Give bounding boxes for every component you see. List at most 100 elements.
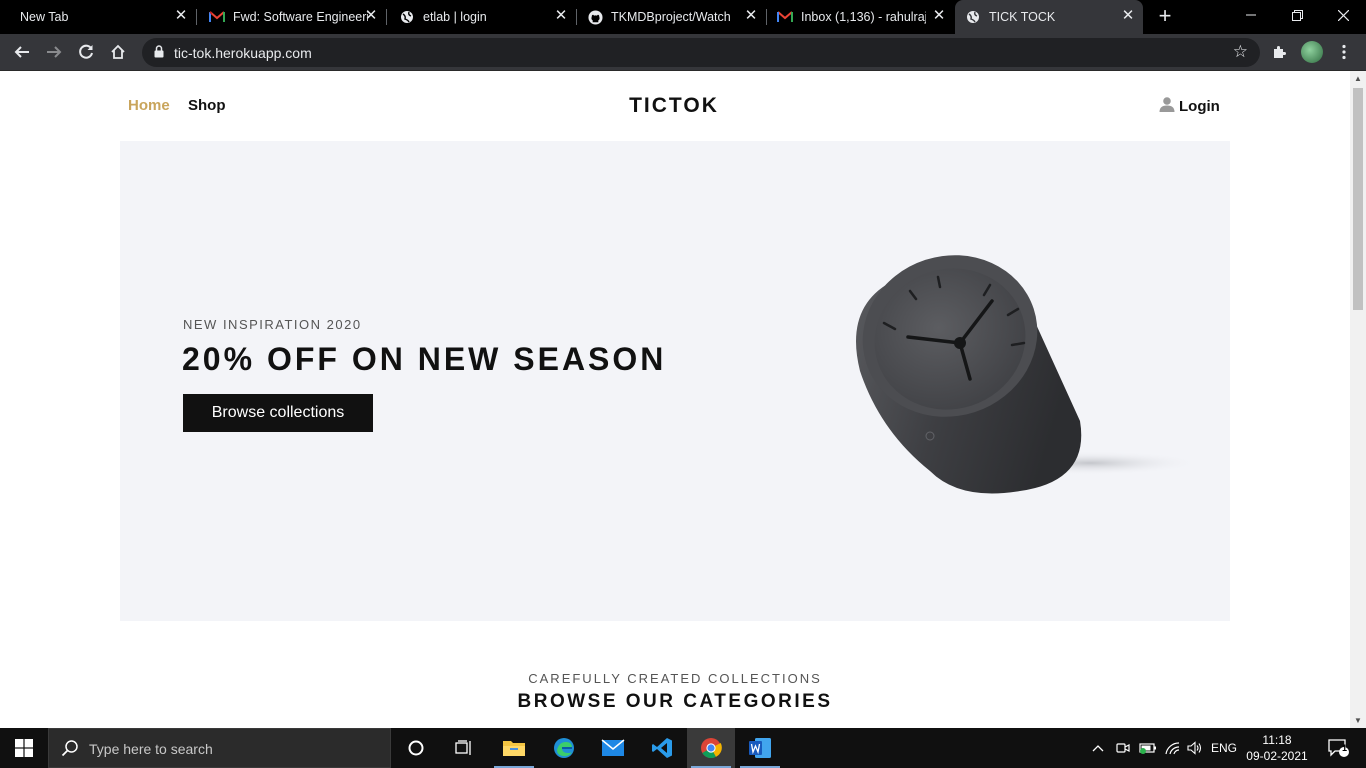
tab-etlab[interactable]: etlab | login ✕ — [387, 0, 576, 34]
tab-label: etlab | login — [423, 10, 487, 24]
meet-now-button[interactable] — [1113, 728, 1133, 768]
file-explorer-icon — [503, 741, 525, 756]
close-icon[interactable]: ✕ — [364, 8, 378, 23]
new-tab-button[interactable]: + — [1154, 5, 1176, 28]
camera-icon — [1116, 743, 1130, 753]
nav-shop-link[interactable]: Shop — [188, 97, 226, 114]
site-logo[interactable]: TICTOK — [600, 94, 748, 118]
vscode-button[interactable] — [638, 728, 686, 768]
close-icon[interactable]: ✕ — [932, 8, 946, 23]
taskbar-search-box[interactable]: Type here to search — [48, 728, 391, 768]
chrome-menu-button[interactable] — [1332, 40, 1356, 64]
tab-label: Fwd: Software Engineeri — [233, 10, 368, 24]
login-label: Login — [1179, 98, 1220, 115]
volume-button[interactable] — [1185, 728, 1205, 768]
mail-button[interactable] — [589, 728, 637, 768]
chrome-icon — [701, 738, 722, 759]
task-view-icon — [455, 740, 471, 755]
clock-time: 11:18 — [1262, 733, 1292, 747]
close-icon[interactable]: ✕ — [744, 8, 758, 23]
tab-label: Inbox (1,136) - rahulraje — [801, 10, 926, 24]
chrome-button[interactable] — [687, 728, 735, 768]
tab-label: TKMDBproject/Watch — [611, 10, 731, 24]
reload-button[interactable] — [74, 40, 98, 64]
categories-title: BROWSE OUR CATEGORIES — [517, 691, 833, 712]
globe-icon — [399, 9, 415, 25]
hero-kicker: NEW INSPIRATION 2020 — [183, 317, 362, 332]
edge-button[interactable] — [540, 728, 588, 768]
scrollbar-thumb[interactable] — [1353, 88, 1363, 310]
back-button[interactable] — [10, 40, 34, 64]
browse-collections-button[interactable]: Browse collections — [183, 394, 373, 432]
lock-icon[interactable] — [154, 45, 164, 63]
tab-new-tab[interactable]: New Tab ✕ — [0, 0, 196, 34]
window-close-button[interactable] — [1320, 0, 1366, 30]
hero-banner: NEW INSPIRATION 2020 20% OFF ON NEW SEAS… — [120, 141, 1230, 621]
login-link[interactable]: Login — [1159, 97, 1220, 116]
address-bar[interactable]: tic-tok.herokuapp.com ☆ — [142, 38, 1260, 67]
bookmark-star-icon[interactable]: ☆ — [1233, 42, 1248, 62]
minimize-button[interactable] — [1228, 0, 1274, 30]
browser-tab-strip: New Tab ✕ Fwd: Software Engineeri ✕ etla… — [0, 0, 1366, 34]
cortana-button[interactable] — [392, 728, 440, 768]
gmail-icon — [209, 9, 225, 25]
categories-kicker: CAREFULLY CREATED COLLECTIONS — [528, 671, 822, 686]
restore-button[interactable] — [1274, 0, 1320, 30]
tab-github[interactable]: TKMDBproject/Watch ✕ — [577, 0, 766, 34]
word-button[interactable] — [736, 728, 784, 768]
start-button[interactable] — [0, 728, 48, 768]
url-text[interactable]: tic-tok.herokuapp.com — [174, 45, 312, 61]
windows-taskbar: Type here to search ENG 11:18 09-02-2021… — [0, 728, 1366, 768]
page-scrollbar[interactable]: ▲ ▼ — [1350, 71, 1366, 728]
scroll-down-icon[interactable]: ▼ — [1354, 716, 1362, 725]
chevron-up-icon — [1092, 745, 1104, 752]
gmail-icon — [777, 9, 793, 25]
browser-toolbar: tic-tok.herokuapp.com ☆ — [0, 34, 1366, 71]
clock-product-image — [856, 255, 1200, 494]
task-view-button[interactable] — [440, 728, 488, 768]
profile-avatar[interactable] — [1301, 41, 1323, 63]
battery-charging-icon — [1139, 743, 1156, 754]
tab-label: TICK TOCK — [989, 10, 1056, 24]
mail-icon — [601, 739, 625, 756]
close-icon[interactable]: ✕ — [554, 8, 568, 23]
github-icon — [587, 9, 603, 25]
more-vert-icon — [1342, 44, 1346, 60]
action-center-button[interactable]: 1 — [1318, 728, 1358, 768]
tray-overflow-button[interactable] — [1088, 728, 1108, 768]
globe-icon — [965, 9, 981, 25]
hero-headline: 20% OFF ON NEW SEASON — [182, 341, 667, 377]
tab-tick-tock[interactable]: TICK TOCK ✕ — [955, 0, 1143, 34]
tab-gmail-inbox[interactable]: Inbox (1,136) - rahulraje ✕ — [767, 0, 954, 34]
battery-button[interactable] — [1137, 728, 1159, 768]
page-viewport: Home Shop TICTOK Login NEW INSPIRATION 2… — [0, 71, 1350, 728]
search-icon — [61, 739, 79, 762]
reload-icon — [79, 44, 93, 59]
notification-count: 1 — [1342, 743, 1348, 753]
volume-icon — [1187, 741, 1202, 755]
forward-button[interactable] — [42, 40, 66, 64]
scroll-up-icon[interactable]: ▲ — [1354, 74, 1362, 83]
back-arrow-icon — [14, 46, 29, 58]
clock-date: 09-02-2021 — [1246, 749, 1308, 763]
windows-logo-icon — [15, 739, 33, 757]
tab-gmail-fwd[interactable]: Fwd: Software Engineeri ✕ — [197, 0, 386, 34]
word-icon — [749, 738, 771, 758]
nav-home-link[interactable]: Home — [128, 97, 170, 114]
taskbar-clock[interactable]: 11:18 09-02-2021 — [1242, 732, 1312, 764]
close-icon[interactable]: ✕ — [174, 8, 188, 23]
wifi-button[interactable] — [1162, 728, 1184, 768]
cortana-circle-icon — [408, 740, 424, 756]
file-explorer-button[interactable] — [490, 728, 538, 768]
edge-icon — [554, 738, 574, 758]
extensions-button[interactable] — [1267, 40, 1291, 64]
input-language[interactable]: ENG — [1208, 728, 1240, 768]
vscode-icon — [652, 738, 672, 758]
home-icon — [111, 44, 125, 59]
tab-label: New Tab — [20, 10, 69, 24]
taskbar-search-placeholder: Type here to search — [89, 741, 213, 757]
user-icon — [1159, 97, 1175, 116]
forward-arrow-icon — [47, 46, 62, 58]
close-icon[interactable]: ✕ — [1121, 8, 1135, 23]
home-button[interactable] — [106, 40, 130, 64]
